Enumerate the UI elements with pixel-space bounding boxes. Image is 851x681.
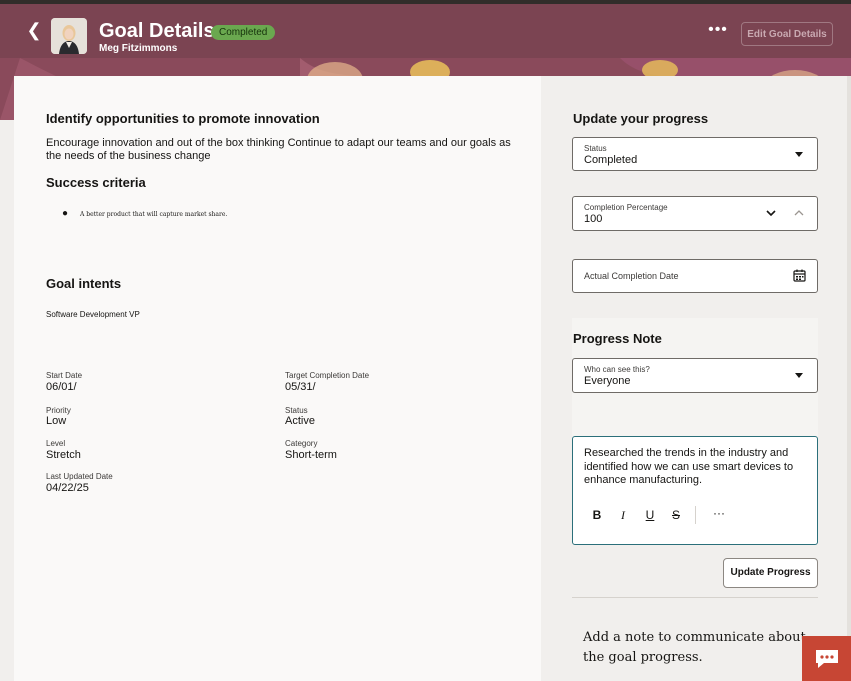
category-label: Category	[285, 439, 318, 448]
underline-button[interactable]: U	[643, 508, 657, 522]
page-title: Goal Details	[99, 20, 215, 42]
edit-goal-details-button[interactable]: Edit Goal Details	[741, 22, 833, 46]
empty-notes-message: Add a note to communicate about the goal…	[583, 630, 806, 665]
bold-button[interactable]: B	[590, 508, 604, 522]
chat-button[interactable]	[802, 636, 851, 681]
progress-note-heading: Progress Note	[573, 331, 662, 346]
toolbar-divider	[695, 506, 696, 524]
start-date-value: 06/01/	[46, 381, 77, 393]
chevron-down-icon[interactable]	[795, 152, 803, 157]
divider	[572, 597, 818, 598]
completion-value: 100	[584, 213, 603, 225]
target-date-value: 05/31/	[285, 381, 316, 393]
status-select-value: Completed	[584, 154, 638, 166]
scrollbar[interactable]	[847, 76, 851, 636]
success-criteria-heading: Success criteria	[46, 175, 146, 190]
decrement-icon[interactable]	[766, 209, 776, 217]
italic-button[interactable]: I	[616, 508, 630, 523]
bullet: ●	[62, 208, 69, 219]
goal-summary-panel	[14, 76, 541, 681]
goal-intents-heading: Goal intents	[46, 276, 122, 291]
category-value: Short-term	[285, 449, 337, 461]
chevron-down-icon[interactable]	[795, 373, 803, 378]
completion-percentage-input[interactable]: Completion Percentage 100	[572, 196, 818, 231]
update-progress-heading: Update your progress	[573, 111, 709, 126]
back-icon[interactable]: ❮	[24, 20, 44, 40]
last-updated-value: 04/22/25	[46, 482, 89, 494]
status-select[interactable]: Status Completed	[572, 137, 818, 171]
start-date-label: Start Date	[46, 371, 83, 380]
more-horizontal-icon[interactable]: •••	[706, 22, 730, 38]
strikethrough-button[interactable]: S	[669, 508, 683, 522]
avatar	[51, 18, 87, 54]
visibility-value: Everyone	[584, 375, 631, 387]
last-updated-label: Last Updated Date	[46, 472, 113, 481]
actual-completion-date-input[interactable]: Actual Completion Date	[572, 259, 818, 293]
priority-value: Low	[46, 415, 67, 427]
employee-name: Meg Fitzimmons	[99, 43, 178, 54]
chat-icon	[816, 650, 838, 668]
note-text[interactable]: Researched the trends in the industry an…	[584, 447, 809, 488]
level-label: Level	[46, 439, 66, 448]
target-date-label: Target Completion Date	[285, 371, 370, 380]
goal-description: Encourage innovation and out of the box …	[46, 137, 511, 162]
page-header: ❮ Goal Details Completed Meg Fitzimmons …	[0, 4, 851, 58]
status-badge: Completed	[211, 25, 276, 40]
level-value: Stretch	[46, 449, 81, 461]
more-formatting-button[interactable]: ···	[709, 506, 729, 520]
status-select-label: Status	[584, 144, 607, 153]
update-progress-button[interactable]: Update Progress	[723, 558, 818, 588]
visibility-select[interactable]: Who can see this? Everyone	[572, 358, 818, 393]
completion-label: Completion Percentage	[584, 203, 668, 212]
visibility-label: Who can see this?	[584, 365, 650, 374]
goal-intents-value: Software Development VP	[46, 310, 140, 319]
status-value: Active	[285, 415, 315, 427]
success-criteria-item: A better product that will capture marke…	[80, 211, 228, 218]
actual-date-label: Actual Completion Date	[584, 271, 679, 281]
progress-note-editor[interactable]: Researched the trends in the industry an…	[572, 436, 818, 545]
calendar-icon[interactable]	[793, 269, 806, 282]
increment-icon[interactable]	[794, 209, 804, 217]
goal-name: Identify opportunities to promote innova…	[46, 111, 320, 126]
